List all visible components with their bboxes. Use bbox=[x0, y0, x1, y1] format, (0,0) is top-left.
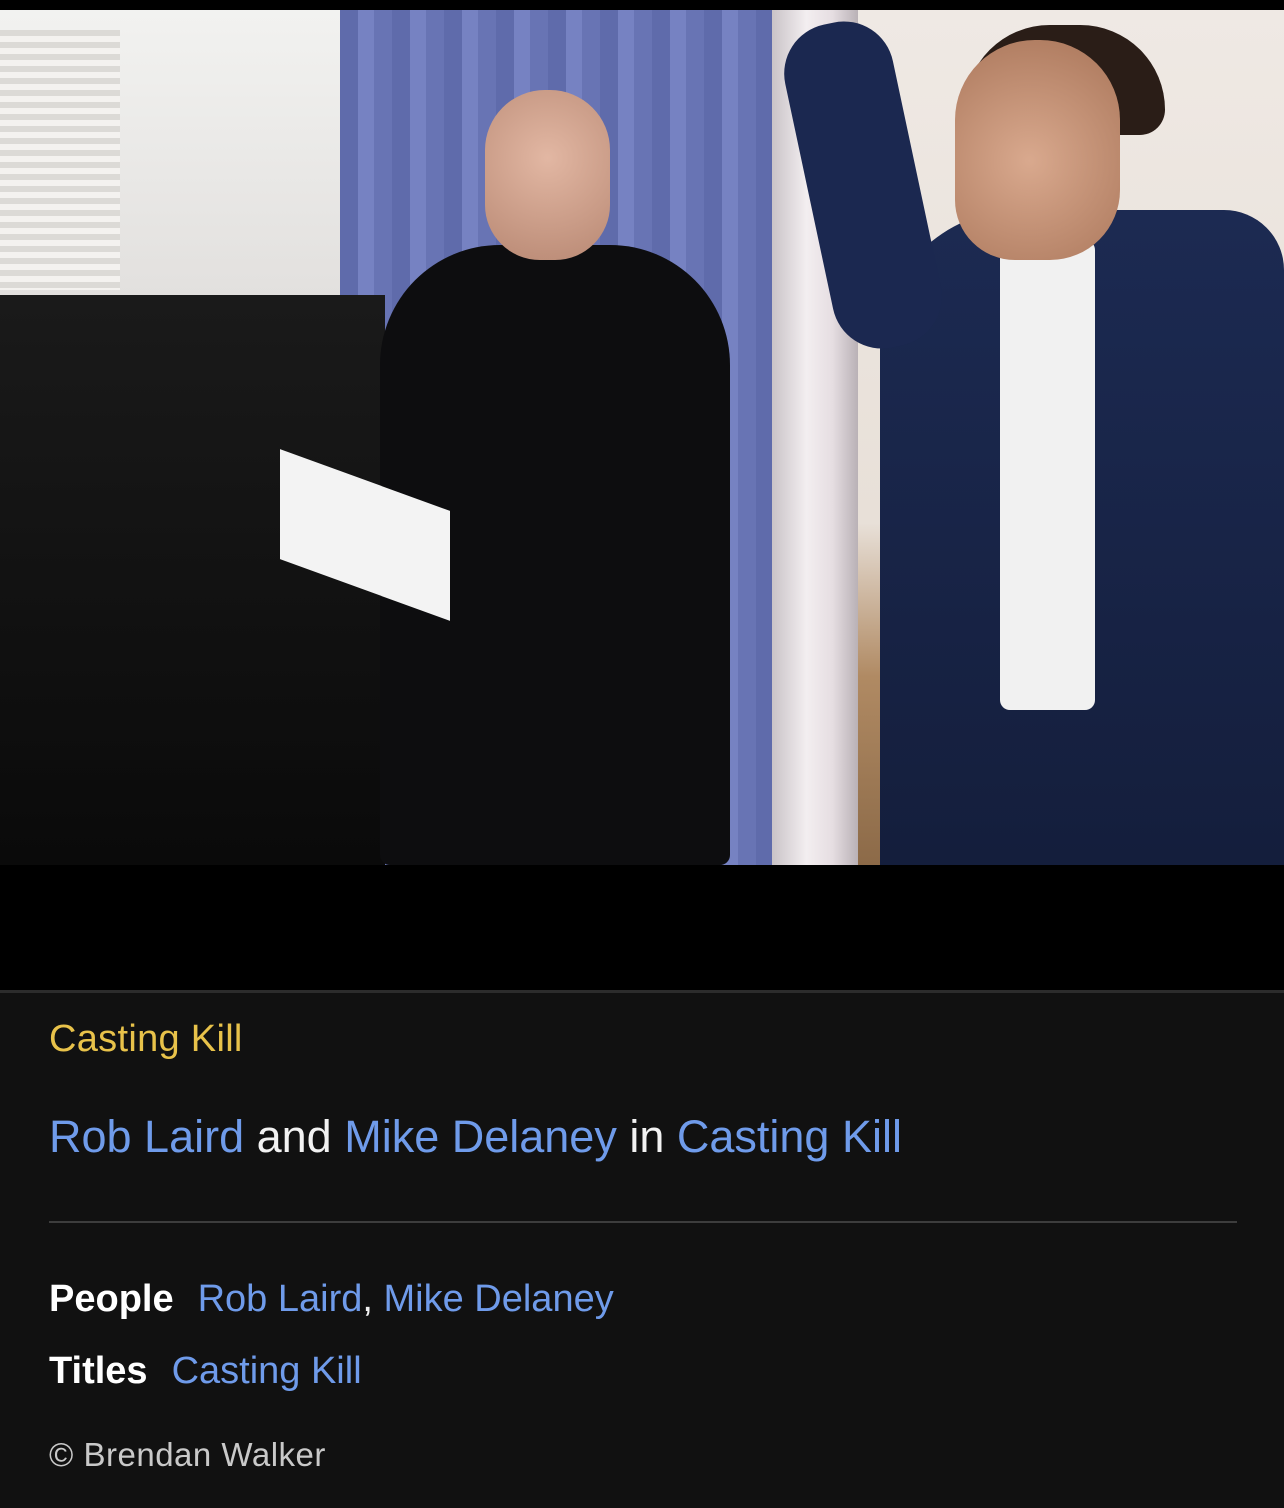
people-link-mike-delaney[interactable]: Mike Delaney bbox=[384, 1278, 614, 1320]
title-link-casting-kill[interactable]: Casting Kill bbox=[677, 1111, 902, 1162]
description-connector: in bbox=[616, 1111, 677, 1162]
caption-title: Casting Kill bbox=[49, 1018, 243, 1060]
titles-label: Titles bbox=[49, 1350, 148, 1392]
caption-description: Rob Laird and Mike Delaney in Casting Ki… bbox=[49, 1111, 902, 1163]
people-link-rob-laird[interactable]: Rob Laird bbox=[198, 1278, 363, 1320]
person-link-mike-delaney[interactable]: Mike Delaney bbox=[344, 1111, 617, 1162]
people-label: People bbox=[49, 1278, 174, 1320]
people-separator: , bbox=[362, 1278, 384, 1320]
production-still-photo bbox=[0, 10, 1284, 865]
photo-credit: © Brendan Walker bbox=[49, 1436, 326, 1473]
photo-viewer[interactable] bbox=[0, 0, 1284, 990]
section-divider bbox=[49, 1221, 1237, 1223]
person-link-rob-laird[interactable]: Rob Laird bbox=[49, 1111, 244, 1162]
titles-row: Titles Casting Kill bbox=[49, 1350, 362, 1393]
people-row: People Rob Laird, Mike Delaney bbox=[49, 1278, 614, 1321]
photo-caption-panel: Casting Kill Rob Laird and Mike Delaney … bbox=[0, 993, 1284, 1508]
description-connector: and bbox=[244, 1111, 345, 1162]
titles-link-casting-kill[interactable]: Casting Kill bbox=[172, 1350, 362, 1392]
